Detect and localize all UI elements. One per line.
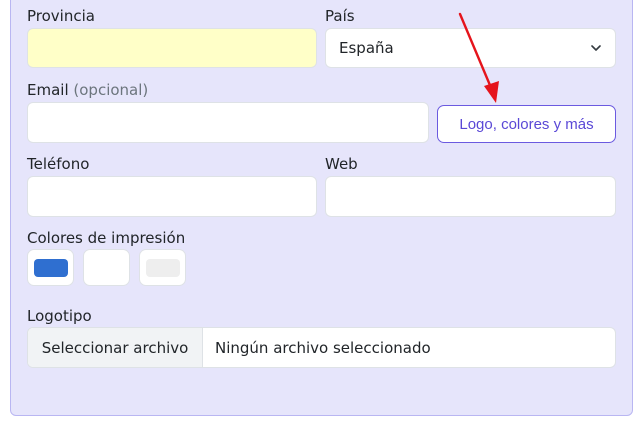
email-input[interactable] (27, 102, 429, 143)
provincia-input[interactable] (27, 28, 317, 68)
file-status-text: Ningún archivo seleccionado (215, 339, 431, 357)
color-swatch-3[interactable] (139, 249, 186, 286)
logotipo-file-input[interactable]: Seleccionar archivo Ningún archivo selec… (27, 327, 616, 368)
email-label-text: Email (27, 81, 69, 99)
provincia-label: Provincia (27, 7, 95, 25)
pais-select[interactable]: España (325, 28, 616, 68)
pais-selected-value: España (339, 39, 394, 57)
color-swatch-2[interactable] (83, 249, 130, 286)
telefono-label: Teléfono (27, 155, 90, 173)
select-file-button[interactable]: Seleccionar archivo (28, 328, 203, 367)
chevron-down-icon (591, 45, 601, 51)
color-chip (34, 259, 68, 277)
logotipo-label: Logotipo (27, 307, 92, 325)
web-label: Web (325, 155, 358, 173)
pais-label: País (325, 7, 355, 25)
color-swatch-1[interactable] (27, 249, 74, 286)
color-chip (90, 259, 124, 277)
logo-colors-button[interactable]: Logo, colores y más (437, 105, 616, 143)
color-chip (146, 259, 180, 277)
email-optional-hint: (opcional) (73, 81, 149, 99)
email-label: Email (opcional) (27, 81, 148, 99)
telefono-input[interactable] (27, 176, 317, 217)
web-input[interactable] (325, 176, 616, 217)
colores-label: Colores de impresión (27, 229, 186, 247)
